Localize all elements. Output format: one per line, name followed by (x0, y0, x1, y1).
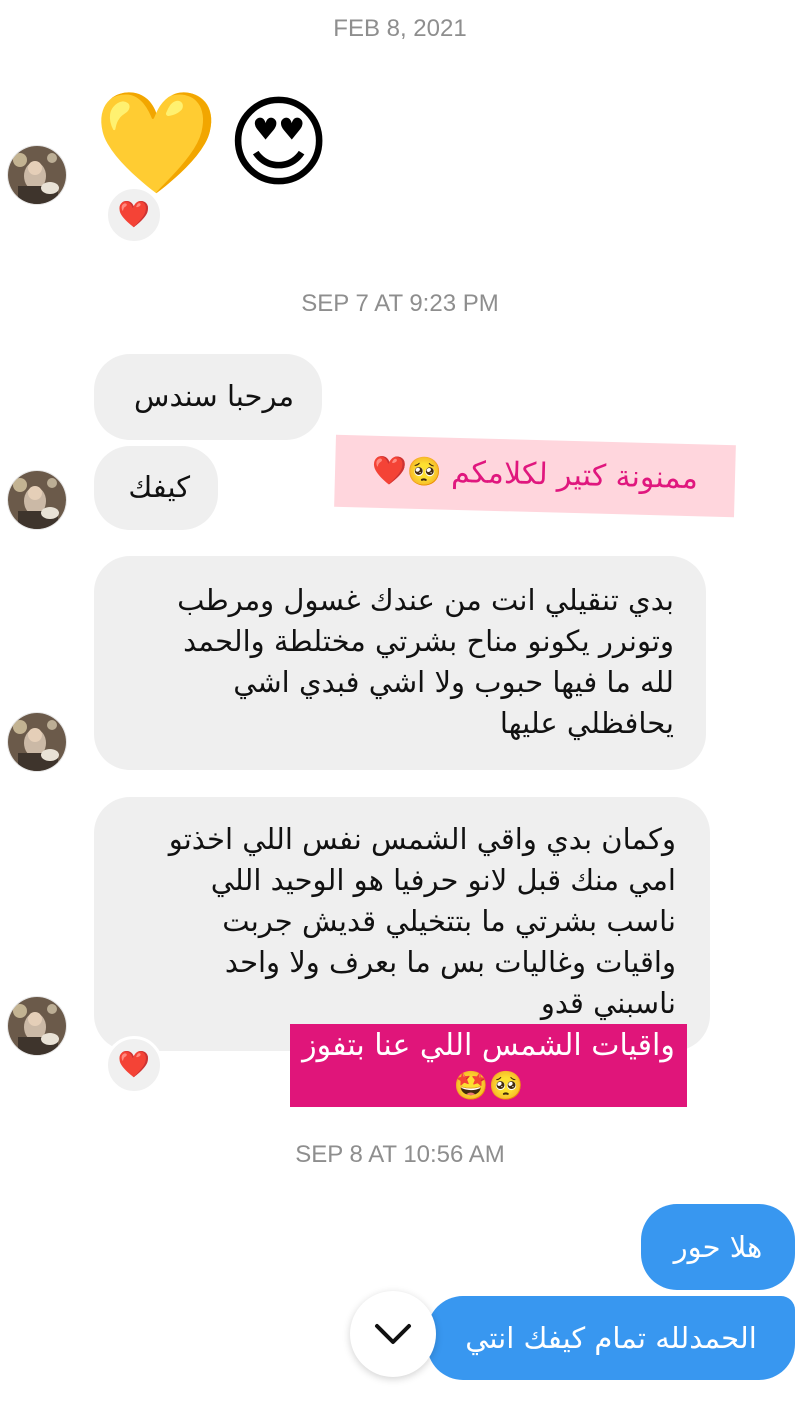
avatar[interactable] (8, 713, 66, 771)
outgoing-message[interactable]: هلا حور (641, 1204, 795, 1290)
outgoing-message[interactable]: الحمدلله تمام كيفك انتي (427, 1296, 795, 1380)
sticker-emoji: 🥺❤️ (371, 453, 443, 489)
chevron-down-icon (375, 1324, 411, 1344)
timestamp-sep-8: SEP 8 AT 10:56 AM (295, 1141, 505, 1168)
message-line: ناسب بشرتي ما بتتخيلي قديش جربت (222, 904, 676, 938)
sunscreen-sticker[interactable]: واقيات الشمس اللي عنا بتفوز 🥺🤩 (290, 1024, 687, 1107)
incoming-message[interactable]: بدي تنقيلي انت من عندك غسول ومرطب وتونرر… (94, 556, 706, 770)
heart-reaction[interactable]: ❤️ (105, 186, 163, 244)
avatar[interactable] (8, 146, 66, 204)
sticker-emoji: 🥺🤩 (453, 1069, 524, 1102)
avatar-photo (8, 471, 66, 529)
message-text: هلا حور (673, 1230, 763, 1264)
message-line: واقيات وغاليات بس ما بعرف ولا واحد (224, 945, 676, 979)
message-text: الحمدلله تمام كيفك انتي (465, 1321, 757, 1355)
avatar-photo (8, 713, 66, 771)
avatar[interactable] (8, 471, 66, 529)
incoming-message[interactable]: كيفك (94, 446, 218, 530)
heart-reaction-icon: ❤️ (117, 200, 151, 230)
message-line: ناسبني قدو (540, 986, 676, 1020)
message-line: بدي تنقيلي انت من عندك غسول ومرطب (177, 583, 674, 617)
timestamp-feb-8: FEB 8, 2021 (333, 15, 467, 42)
timestamp-sep-7: SEP 7 AT 9:23 PM (301, 290, 499, 317)
emoji-message[interactable]: 💛 😍 (94, 88, 331, 198)
message-line: امي منك قبل لانو حرفيا هو الوحيد اللي (210, 863, 676, 897)
heart-eyes-emoji: 😍 (226, 84, 331, 201)
scroll-down-button[interactable] (350, 1291, 436, 1377)
heart-reaction[interactable]: ❤️ (105, 1036, 163, 1094)
message-line: وكمان بدي واقي الشمس نفس اللي اخذتو (168, 822, 676, 856)
thanks-sticker[interactable]: ممنونة كتير لكلامكم 🥺❤️ (334, 434, 736, 518)
message-text: مرحبا سندس (134, 379, 294, 413)
avatar-photo (8, 997, 66, 1055)
incoming-message[interactable]: مرحبا سندس (94, 354, 322, 440)
sticker-text: واقيات الشمس اللي عنا بتفوز (302, 1028, 675, 1063)
avatar-photo (8, 146, 66, 204)
message-line: لله ما فيها حبوب ولا اشي فبدي اشي (233, 665, 674, 699)
yellow-heart-emoji: 💛 (94, 84, 219, 201)
heart-reaction-icon: ❤️ (117, 1050, 151, 1080)
sticker-text: ممنونة كتير لكلامكم (450, 454, 699, 497)
message-line: وتونرر يكونو مناح بشرتي مختلطة والحمد (183, 624, 674, 658)
avatar[interactable] (8, 997, 66, 1055)
message-line: يحافظلي عليها (499, 706, 674, 740)
incoming-message[interactable]: وكمان بدي واقي الشمس نفس اللي اخذتو امي … (94, 797, 710, 1051)
message-text: كيفك (128, 470, 190, 504)
